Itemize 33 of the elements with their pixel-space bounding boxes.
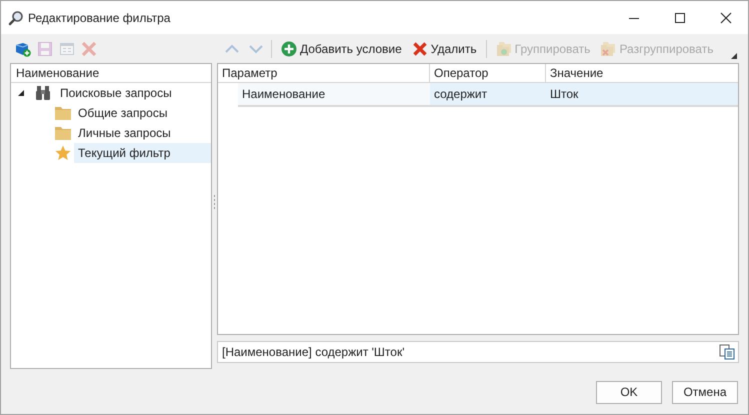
ok-button[interactable]: OK [596,380,662,404]
collapse-icon[interactable] [17,89,25,97]
table-cell-text: Шток [549,86,580,103]
tree-item[interactable]: Общие запросы [74,103,211,123]
add-icon [281,40,297,56]
star-icon [55,145,71,161]
table-cell-text: содержит [433,86,488,103]
window-title: Редактирование фильтра [28,10,170,24]
cancel-button[interactable]: Отмена [672,380,738,404]
add-database-icon[interactable] [15,40,31,56]
tree-item[interactable]: Текущий фильтр [74,143,211,163]
folder-add-icon [496,40,512,56]
column-header[interactable]: Значение [546,64,738,82]
close-icon[interactable] [720,12,732,24]
tree-item[interactable]: Поисковые запросы [56,83,211,103]
expression-field[interactable]: [Наименование] содержит 'Шток' [217,341,739,363]
tree-item[interactable]: Личные запросы [74,123,211,143]
condition-row[interactable]: Наименование содержит Шток [238,83,738,107]
binoculars-icon [35,85,51,101]
column-header[interactable]: Параметр [218,64,430,82]
column-header[interactable]: Наименование [11,64,211,83]
delete-icon [412,40,428,56]
folder-remove-icon [600,40,616,56]
copy-icon[interactable] [719,344,735,360]
overflow-icon[interactable] [731,53,737,59]
folder-icon [55,125,71,141]
toolbar-button[interactable]: Удалить [410,40,479,56]
table-cell: Наименование [238,83,430,105]
column-header[interactable]: Оператор [430,64,546,82]
folder-icon [55,105,71,121]
maximize-icon[interactable] [674,12,686,24]
search-icon [8,10,24,26]
toolbar-button[interactable]: Добавить условие [279,40,404,56]
